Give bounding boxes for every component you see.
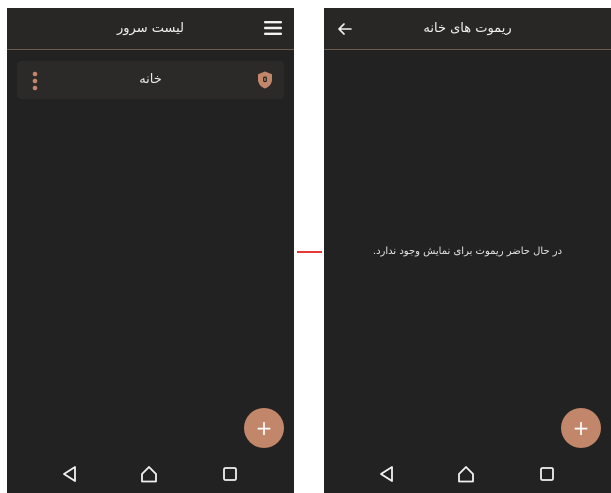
app-bar: لیست سرور: [7, 8, 294, 50]
server-name: خانه: [139, 72, 162, 87]
system-nav-bar: [7, 455, 294, 493]
home-outline-icon[interactable]: [138, 464, 160, 484]
empty-state-message: در حال حاضر ریموت برای نمایش وجود ندارد.: [372, 246, 563, 257]
hamburger-menu-icon[interactable]: [264, 20, 282, 36]
page-title: ریموت های خانه: [423, 21, 512, 36]
page-title: لیست سرور: [117, 21, 184, 36]
square-recents-icon[interactable]: [219, 464, 241, 484]
triangle-back-icon[interactable]: [376, 464, 398, 484]
server-list-screen: لیست سرور خانه +: [7, 8, 294, 493]
system-nav-bar: [324, 455, 611, 493]
square-recents-icon[interactable]: [536, 464, 558, 484]
shield-icon: [258, 71, 272, 89]
app-bar: ریموت های خانه: [324, 8, 611, 50]
add-server-button[interactable]: +: [244, 408, 284, 448]
remotes-screen: ریموت های خانه در حال حاضر ریموت برای نم…: [324, 8, 611, 493]
add-remote-button[interactable]: +: [561, 408, 601, 448]
server-list-item[interactable]: خانه: [17, 61, 284, 99]
home-outline-icon[interactable]: [455, 464, 477, 484]
triangle-back-icon[interactable]: [59, 464, 81, 484]
connector-line: [297, 251, 322, 253]
